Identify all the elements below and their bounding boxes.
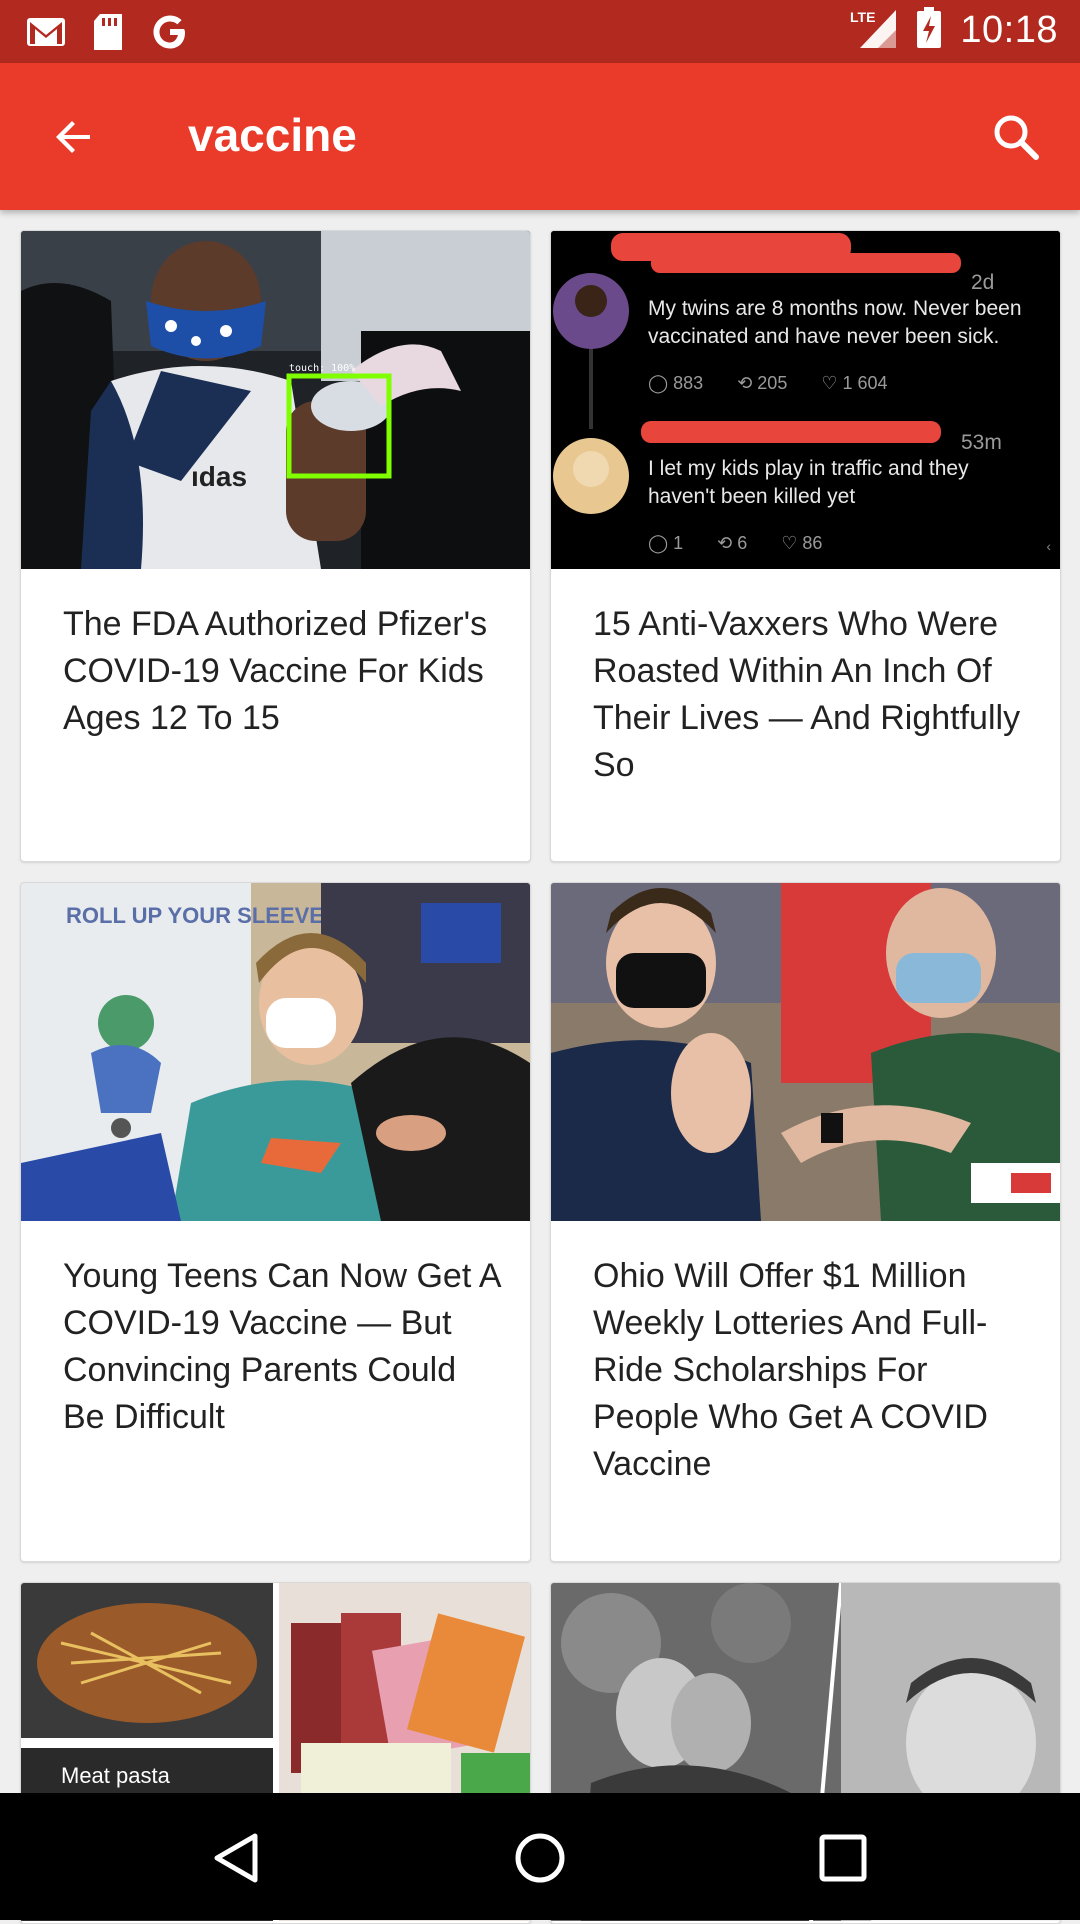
article-card-ohio-lottery[interactable]: Ohio Will Offer $1 Million Weekly Lotter… — [550, 882, 1061, 1562]
article-image: ‹ 2d My twins are 8 months now. Never be… — [551, 231, 1060, 569]
search-button[interactable] — [980, 101, 1052, 173]
article-headline[interactable]: 15 Anti-Vaxxers Who Were Roasted Within … — [593, 601, 1033, 789]
sd-card-icon — [92, 13, 124, 56]
app-bar: vaccine — [0, 63, 1080, 210]
page-title: vaccine — [188, 109, 357, 161]
tweet-1-retweets: 205 — [757, 373, 788, 393]
nav-recents-icon — [819, 1834, 867, 1882]
tweet-2-stats: ◯ 1 ⟲ 6 ♡ 86 — [648, 533, 822, 554]
article-card-fda-pfizer[interactable]: ıdas touch: 100% The FDA Authorized Pfiz… — [20, 230, 531, 862]
retweet-icon: ⟲ 6 — [717, 533, 748, 553]
network-label: LTE — [850, 9, 875, 25]
clock: 10:18 — [960, 9, 1058, 51]
tweet-2-text: I let my kids play in traffic and they h… — [648, 457, 969, 508]
detection-label: touch: 100% — [289, 363, 355, 374]
tweet-1-text: My twins are 8 months now. Never been va… — [648, 297, 1022, 348]
article-headline[interactable]: Young Teens Can Now Get A COVID-19 Vacci… — [63, 1253, 503, 1441]
tweet-2-replies: 1 — [673, 533, 684, 553]
article-image: ROLL UP YOUR SLEEVE — [21, 883, 530, 1221]
tweet-2-retweets: 6 — [737, 533, 748, 553]
article-card-anti-vaxxers[interactable]: ‹ 2d My twins are 8 months now. Never be… — [550, 230, 1061, 862]
nav-recents-button[interactable] — [798, 1813, 888, 1903]
tweet-1-stats: ◯ 883 ⟲ 205 ♡ 1 604 — [648, 373, 888, 394]
article-headline[interactable]: The FDA Authorized Pfizer's COVID-19 Vac… — [63, 601, 503, 742]
reply-icon: ◯ 1 — [648, 533, 684, 553]
article-headline[interactable]: Ohio Will Offer $1 Million Weekly Lotter… — [593, 1253, 1033, 1488]
search-icon — [994, 115, 1039, 160]
image-caption: Meat pasta — [61, 1763, 171, 1788]
lte-signal-icon: LTE — [848, 6, 898, 55]
arrow-back-icon — [56, 121, 90, 153]
tweet-1-age: 2d — [971, 271, 995, 294]
svg-text:ıdas: ıdas — [191, 461, 247, 492]
back-button[interactable] — [38, 101, 110, 173]
tweet-2-age: 53m — [961, 431, 1002, 454]
battery-charging-icon — [916, 7, 942, 54]
nav-home-icon — [515, 1833, 565, 1883]
reply-icon: ◯ 883 — [648, 373, 704, 393]
retweet-icon: ⟲ 205 — [737, 373, 788, 393]
gmail-icon — [26, 16, 66, 53]
tweet-1-likes: 1 604 — [842, 373, 888, 393]
article-image: ıdas touch: 100% — [21, 231, 530, 569]
tweet-2-likes: 86 — [802, 533, 823, 553]
nav-back-button[interactable] — [192, 1813, 282, 1903]
system-nav-bar — [0, 1793, 1080, 1920]
article-card-young-teens[interactable]: ROLL UP YOUR SLEEVE Young Teens Can Now … — [20, 882, 531, 1562]
nav-back-icon — [214, 1833, 258, 1883]
poster-text: ROLL UP YOUR SLEEVE — [66, 903, 324, 928]
svg-text:‹: ‹ — [1046, 538, 1051, 554]
google-icon — [150, 12, 190, 57]
nav-home-button[interactable] — [495, 1813, 585, 1903]
tweet-1-replies: 883 — [673, 373, 704, 393]
article-image — [551, 883, 1060, 1221]
status-bar: LTE 10:18 — [0, 0, 1080, 63]
heart-icon: ♡ 1 604 — [821, 373, 888, 393]
heart-icon: ♡ 86 — [781, 533, 823, 553]
